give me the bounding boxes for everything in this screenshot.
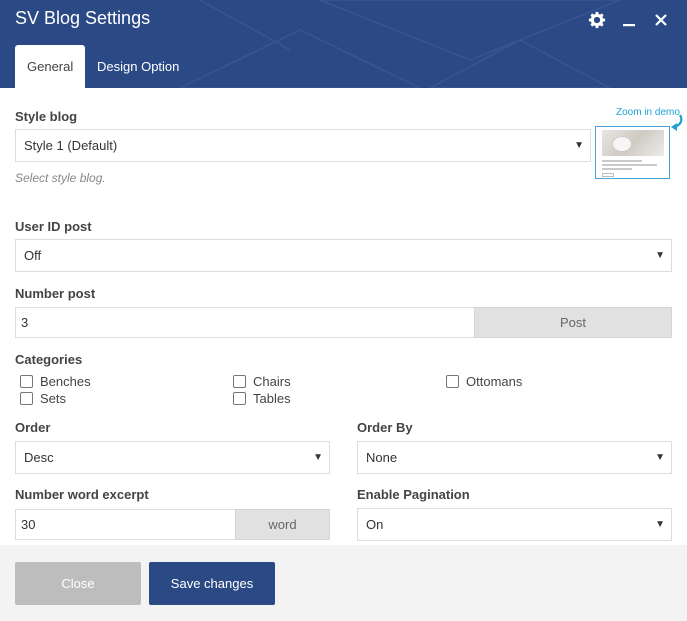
category-ottomans[interactable]: Ottomans (446, 374, 522, 389)
word-excerpt-input[interactable]: 30 (15, 509, 236, 540)
caret-down-icon: ▼ (655, 519, 665, 530)
checkbox[interactable] (20, 375, 33, 388)
order-by-select[interactable]: None ▼ (357, 441, 672, 474)
style-blog-value: Style 1 (Default) (24, 138, 118, 153)
close-icon[interactable] (651, 10, 671, 30)
modal-header: SV Blog Settings General Design Option (0, 0, 687, 88)
category-sets[interactable]: Sets (20, 391, 66, 406)
category-benches[interactable]: Benches (20, 374, 91, 389)
curved-arrow-icon (671, 114, 683, 131)
gear-icon[interactable] (587, 10, 607, 30)
save-changes-button[interactable]: Save changes (149, 562, 275, 605)
number-post-input[interactable]: 3 (15, 307, 475, 338)
order-label: Order (15, 420, 51, 435)
style-blog-hint: Select style blog. (15, 171, 106, 185)
checkbox[interactable] (233, 375, 246, 388)
order-by-label: Order By (357, 420, 413, 435)
checkbox[interactable] (233, 392, 246, 405)
style-preview-thumbnail[interactable] (595, 126, 670, 179)
word-excerpt-label: Number word excerpt (15, 487, 149, 502)
number-post-addon: Post (474, 307, 672, 338)
category-chairs[interactable]: Chairs (233, 374, 291, 389)
preview-image (602, 130, 664, 156)
caret-down-icon: ▼ (655, 250, 665, 261)
style-blog-label: Style blog (15, 109, 78, 124)
caret-down-icon: ▼ (574, 140, 584, 151)
checkbox[interactable] (20, 392, 33, 405)
category-tables[interactable]: Tables (233, 391, 291, 406)
minimize-icon[interactable] (619, 10, 639, 30)
categories-label: Categories (15, 352, 83, 367)
order-by-value: None (366, 450, 398, 465)
checkbox[interactable] (446, 375, 459, 388)
pagination-select[interactable]: On ▼ (357, 508, 672, 541)
user-id-post-label: User ID post (15, 219, 92, 234)
style-blog-select[interactable]: Style 1 (Default) ▼ (15, 129, 591, 162)
word-excerpt-addon: word (235, 509, 330, 540)
caret-down-icon: ▼ (313, 452, 323, 463)
pagination-value: On (366, 517, 384, 532)
tab-general[interactable]: General (15, 45, 86, 88)
modal-title: SV Blog Settings (15, 8, 151, 28)
user-id-post-value: Off (24, 248, 42, 263)
number-post-label: Number post (15, 286, 96, 301)
pagination-label: Enable Pagination (357, 487, 470, 502)
close-button[interactable]: Close (15, 562, 141, 605)
caret-down-icon: ▼ (655, 452, 665, 463)
tab-design-option[interactable]: Design Option (85, 45, 191, 88)
order-value: Desc (24, 450, 54, 465)
user-id-post-select[interactable]: Off ▼ (15, 239, 672, 272)
order-select[interactable]: Desc ▼ (15, 441, 330, 474)
